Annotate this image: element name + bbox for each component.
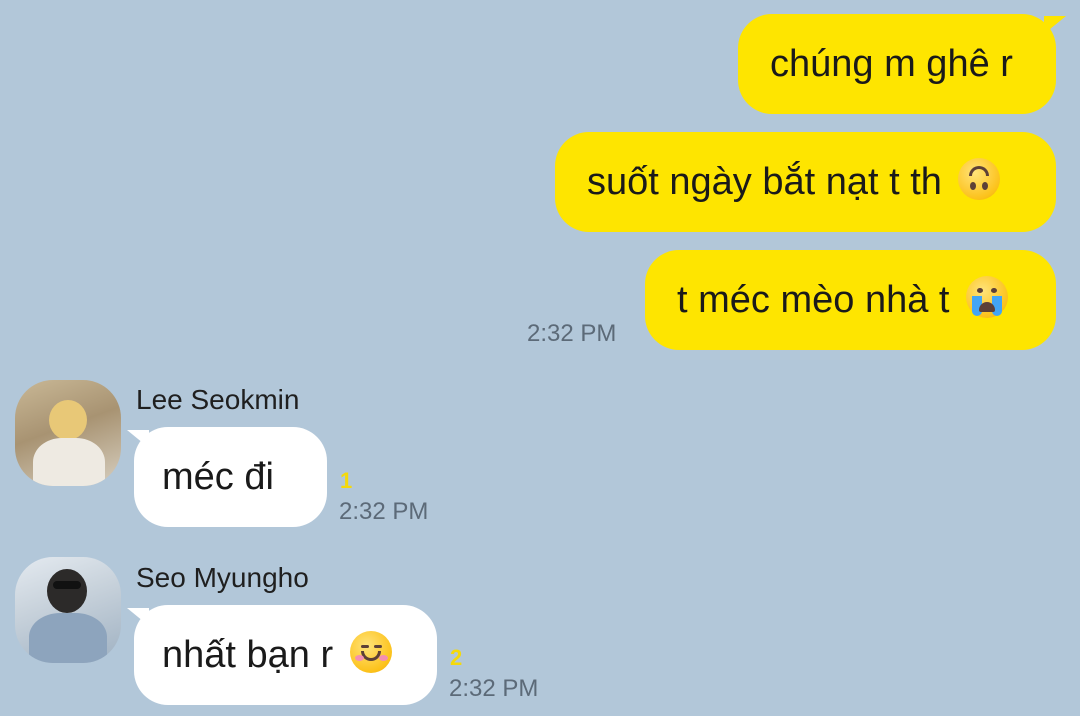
chat-conversation: chúng m ghê r suốt ngày bắt nạt t th t m… [0,0,1080,716]
avatar[interactable] [15,557,121,663]
crying-face-icon [966,276,1009,318]
incoming-message-bubble[interactable]: nhất bạn r [134,605,437,705]
message-timestamp: 2:32 PM [339,498,429,525]
smiling-face-icon [349,631,392,673]
outgoing-message-bubble[interactable]: chúng m ghê r [738,14,1056,114]
message-text: suốt ngày bắt nạt t th [587,161,942,203]
outgoing-message-bubble[interactable]: t méc mèo nhà t [645,250,1056,350]
message-timestamp: 2:32 PM [449,675,539,702]
outgoing-message-bubble[interactable]: suốt ngày bắt nạt t th [555,132,1056,232]
unread-count: 1 [340,468,353,493]
message-text: chúng m ghê r [770,43,1013,85]
bubble-tail [1044,16,1066,34]
avatar[interactable] [15,380,121,486]
message-text: nhất bạn r [162,634,334,676]
unread-count: 2 [450,645,463,670]
message-text: méc đi [162,456,274,498]
message-timestamp: 2:32 PM [527,320,617,347]
message-text: t méc mèo nhà t [677,279,950,321]
sender-name: Lee Seokmin [136,384,300,415]
upside-down-face-icon [958,158,1001,200]
sender-name: Seo Myungho [136,562,309,593]
incoming-message-bubble[interactable]: méc đi [134,427,327,527]
